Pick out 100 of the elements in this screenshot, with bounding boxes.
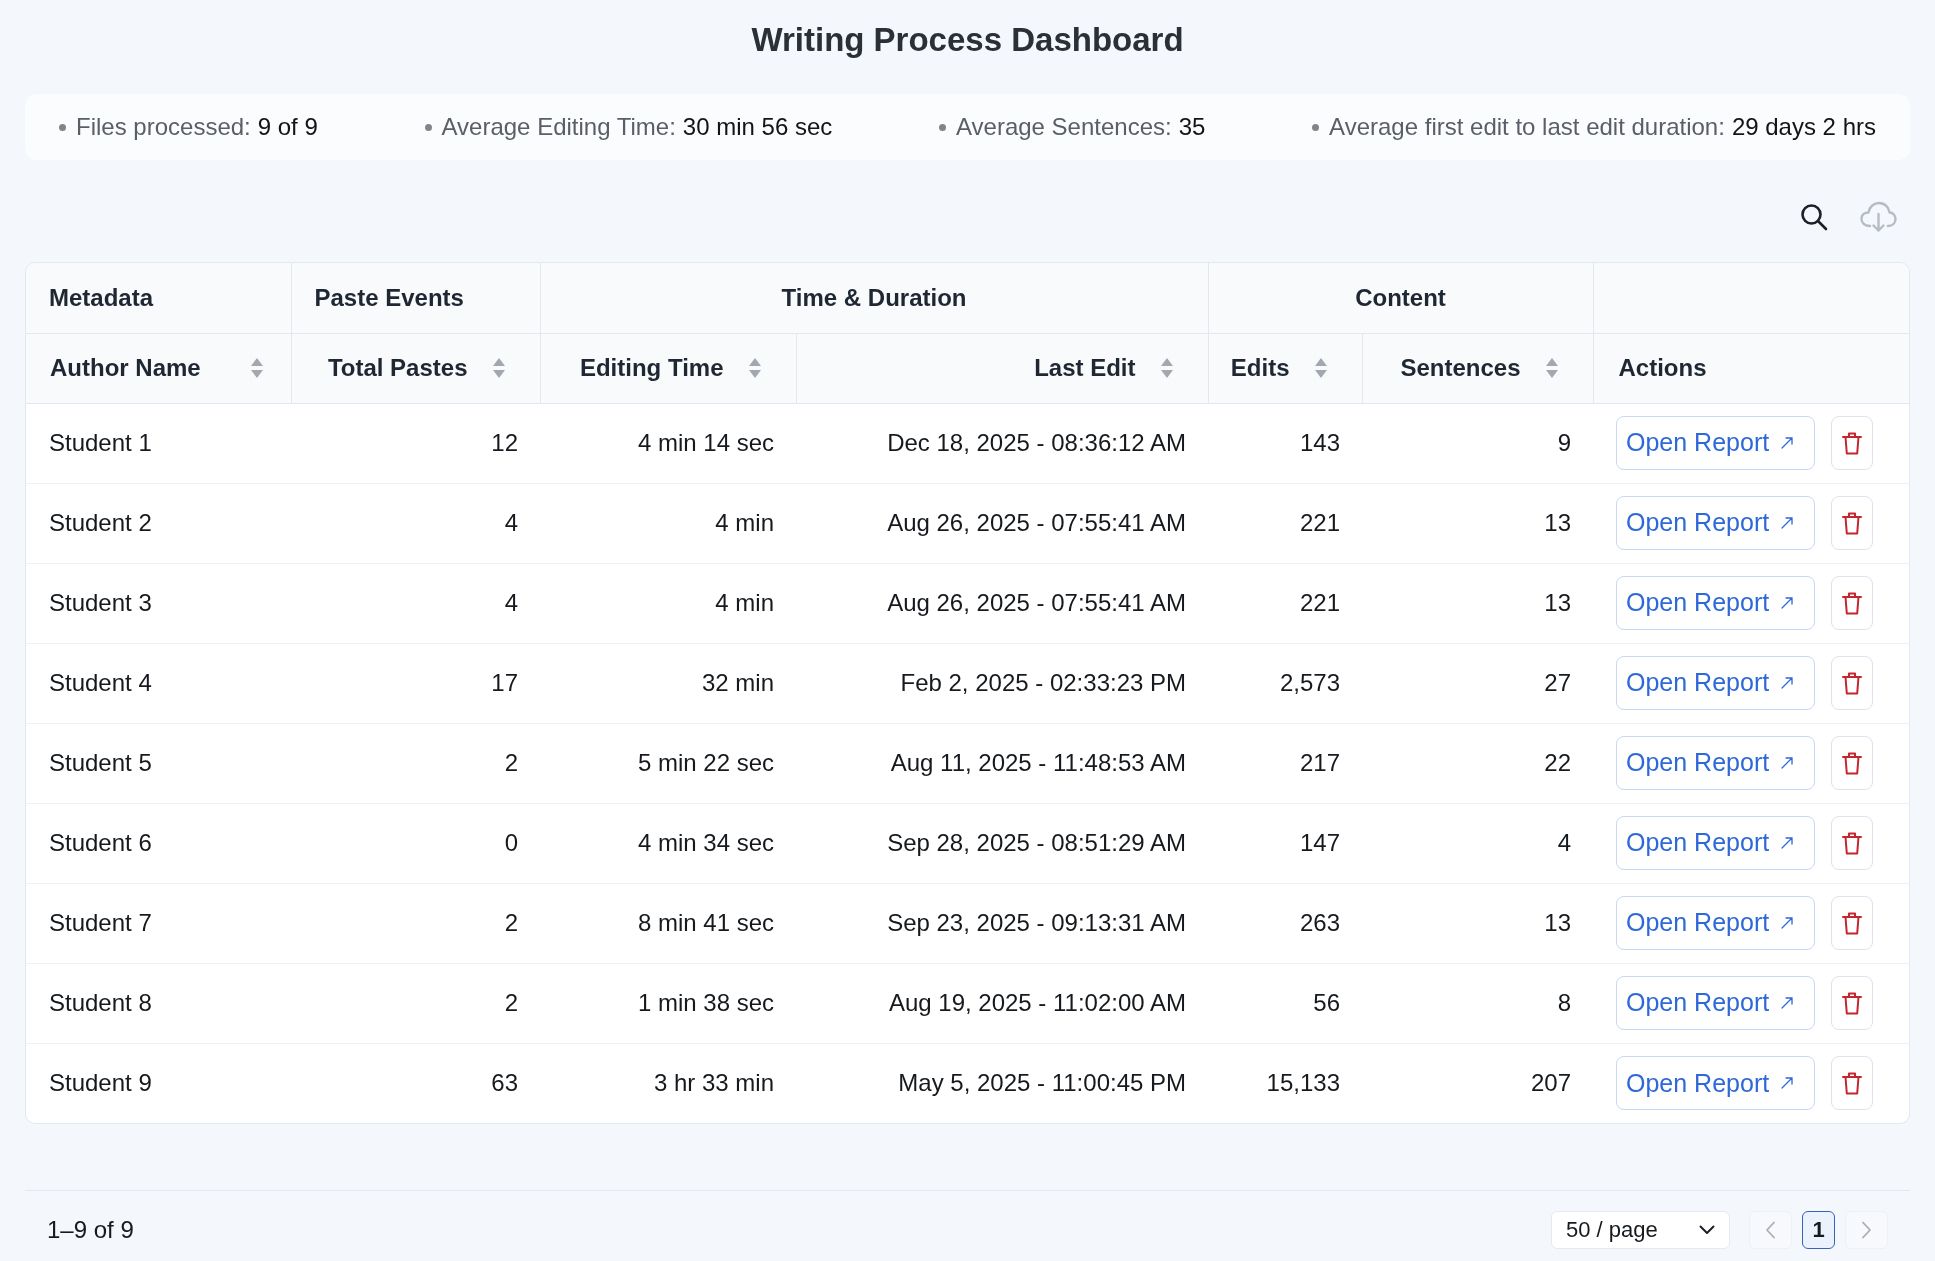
delete-button[interactable] <box>1831 896 1873 950</box>
table-cell: 4 <box>291 563 540 643</box>
chevron-left-icon <box>1765 1220 1776 1239</box>
open-report-button[interactable]: Open Report <box>1616 1056 1815 1111</box>
table-cell: Sep 28, 2025 - 08:51:29 AM <box>796 803 1208 883</box>
open-report-button[interactable]: Open Report <box>1616 896 1815 950</box>
column-group-header: Metadata <box>26 263 291 333</box>
table-cell: Student 3 <box>26 563 291 643</box>
table-cell: 32 min <box>540 643 796 723</box>
trash-icon <box>1842 991 1862 1015</box>
stat-value: 9 of 9 <box>257 112 318 142</box>
open-report-button[interactable]: Open Report <box>1616 576 1815 630</box>
table-cell: Sep 23, 2025 - 09:13:31 AM <box>796 883 1208 963</box>
table-cell: 2 <box>291 963 540 1043</box>
column-group-header: Content <box>1208 263 1593 333</box>
table-cell: 8 <box>1362 963 1593 1043</box>
delete-button[interactable] <box>1831 656 1873 710</box>
table-cell: Student 7 <box>26 883 291 963</box>
table-cell: 2 <box>291 723 540 803</box>
external-link-icon <box>1781 517 1794 529</box>
delete-button[interactable] <box>1831 816 1873 870</box>
table-cell: 217 <box>1208 723 1362 803</box>
trash-icon <box>1842 511 1862 535</box>
stat-value: 30 min 56 sec <box>682 112 833 142</box>
delete-button[interactable] <box>1831 1056 1873 1111</box>
trash-icon <box>1842 671 1862 695</box>
column-header[interactable]: Last Edit <box>796 333 1208 403</box>
external-link-icon <box>1781 997 1794 1009</box>
table-cell: 2 <box>291 883 540 963</box>
stat-label: Average first edit to last edit duration: <box>1329 112 1725 142</box>
sort-icon <box>1159 356 1174 380</box>
table-cell: 4 min 14 sec <box>540 403 796 483</box>
table-cell: 2,573 <box>1208 643 1362 723</box>
trash-icon <box>1842 911 1862 935</box>
table-cell: 63 <box>291 1043 540 1123</box>
column-header[interactable]: Total Pastes <box>291 333 540 403</box>
table-cell: Aug 26, 2025 - 07:55:41 AM <box>796 563 1208 643</box>
bullet-icon <box>939 123 946 131</box>
column-group-header: Paste Events <box>291 263 540 333</box>
table-cell: Student 2 <box>26 483 291 563</box>
sort-icon <box>747 356 762 380</box>
open-report-button[interactable]: Open Report <box>1616 496 1815 550</box>
table-cell: 4 <box>291 483 540 563</box>
sort-icon <box>491 356 506 380</box>
column-header[interactable]: Author Name <box>26 333 291 403</box>
table-cell: 12 <box>291 403 540 483</box>
table-cell: Student 8 <box>26 963 291 1043</box>
table-cell: 9 <box>1362 403 1593 483</box>
open-report-button[interactable]: Open Report <box>1616 416 1815 470</box>
table-cell: 147 <box>1208 803 1362 883</box>
external-link-icon <box>1781 437 1794 449</box>
column-group-header: Time & Duration <box>540 263 1208 333</box>
column-header[interactable]: Edits <box>1208 333 1362 403</box>
table-cell: 5 min 22 sec <box>540 723 796 803</box>
table-cell: 4 min 34 sec <box>540 803 796 883</box>
external-link-icon <box>1781 917 1794 929</box>
page-button[interactable]: 1 <box>1802 1210 1835 1249</box>
sort-icon <box>1544 356 1559 380</box>
column-header[interactable]: Editing Time <box>540 333 796 403</box>
table-cell: 13 <box>1362 883 1593 963</box>
table-cell: Student 9 <box>26 1043 291 1123</box>
open-report-button[interactable]: Open Report <box>1616 736 1815 790</box>
table-cell: 143 <box>1208 403 1362 483</box>
chevron-down-icon <box>1699 1224 1715 1235</box>
trash-icon <box>1842 751 1862 775</box>
table-cell: 17 <box>291 643 540 723</box>
table-cell: 207 <box>1362 1043 1593 1123</box>
column-header: Actions <box>1593 333 1909 403</box>
table-cell: 4 min <box>540 563 796 643</box>
delete-button[interactable] <box>1831 976 1873 1030</box>
stat-label: Average Editing Time: <box>441 112 676 142</box>
sort-icon <box>249 356 264 380</box>
table-cell: Student 1 <box>26 403 291 483</box>
search-icon[interactable] <box>1800 203 1828 231</box>
delete-button[interactable] <box>1831 576 1873 630</box>
open-report-button[interactable]: Open Report <box>1616 656 1815 710</box>
open-report-button[interactable]: Open Report <box>1616 976 1815 1030</box>
trash-icon <box>1842 591 1862 615</box>
external-link-icon <box>1781 1077 1794 1090</box>
table-cell: 13 <box>1362 483 1593 563</box>
external-link-icon <box>1781 757 1794 769</box>
page-size-select[interactable]: 50 / page <box>1551 1210 1730 1249</box>
table-cell: 13 <box>1362 563 1593 643</box>
open-report-button[interactable]: Open Report <box>1616 816 1815 870</box>
bullet-icon <box>59 123 66 131</box>
trash-icon <box>1842 431 1862 455</box>
table-cell: 263 <box>1208 883 1362 963</box>
table-cell: Student 6 <box>26 803 291 883</box>
table-cell: 221 <box>1208 563 1362 643</box>
table-cell: 4 min <box>540 483 796 563</box>
trash-icon <box>1842 1071 1862 1095</box>
delete-button[interactable] <box>1831 416 1873 470</box>
table-cell: Aug 11, 2025 - 11:48:53 AM <box>796 723 1208 803</box>
column-header[interactable]: Sentences <box>1362 333 1593 403</box>
range-text: 1–9 of 9 <box>47 1214 134 1245</box>
table-cell: 1 min 38 sec <box>540 963 796 1043</box>
external-link-icon <box>1781 597 1794 609</box>
delete-button[interactable] <box>1831 736 1873 790</box>
sort-icon <box>1313 356 1328 380</box>
delete-button[interactable] <box>1831 496 1873 550</box>
